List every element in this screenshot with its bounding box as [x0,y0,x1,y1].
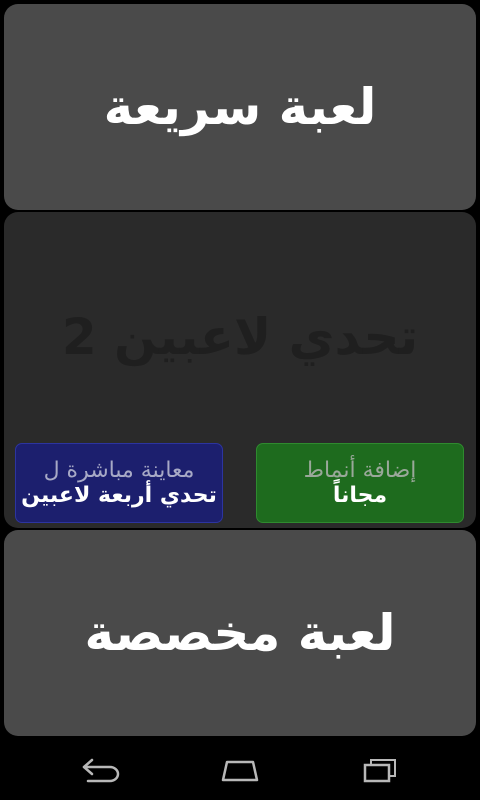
navigation-bar [0,740,480,800]
custom-game-button[interactable]: لعبة مخصصة [4,530,476,736]
quick-game-label: لعبة سريعة [103,78,377,136]
four-player-preview-button[interactable]: معاينة مباشرة ل تحدي أربعة لاعبين [15,443,223,523]
home-button[interactable] [200,750,280,790]
four-player-challenge-label: تحدي أربعة لاعبين [21,483,217,508]
add-modes-label: إضافة أنماط [303,457,417,483]
quick-game-button[interactable]: لعبة سريعة [4,4,476,210]
live-preview-label: معاينة مباشرة ل [43,457,195,483]
back-button[interactable] [60,750,140,790]
recents-button[interactable] [340,750,420,790]
back-icon [82,758,120,783]
two-player-challenge-label: تحدي لاعبين 2 [61,308,419,366]
home-icon [221,760,259,782]
recents-icon [363,759,396,783]
two-player-challenge-panel[interactable]: تحدي لاعبين 2 إضافة أنماط مجاناً معاينة … [4,212,476,528]
add-modes-free-button[interactable]: إضافة أنماط مجاناً [256,443,464,523]
custom-game-label: لعبة مخصصة [84,604,396,662]
free-label: مجاناً [332,483,388,508]
